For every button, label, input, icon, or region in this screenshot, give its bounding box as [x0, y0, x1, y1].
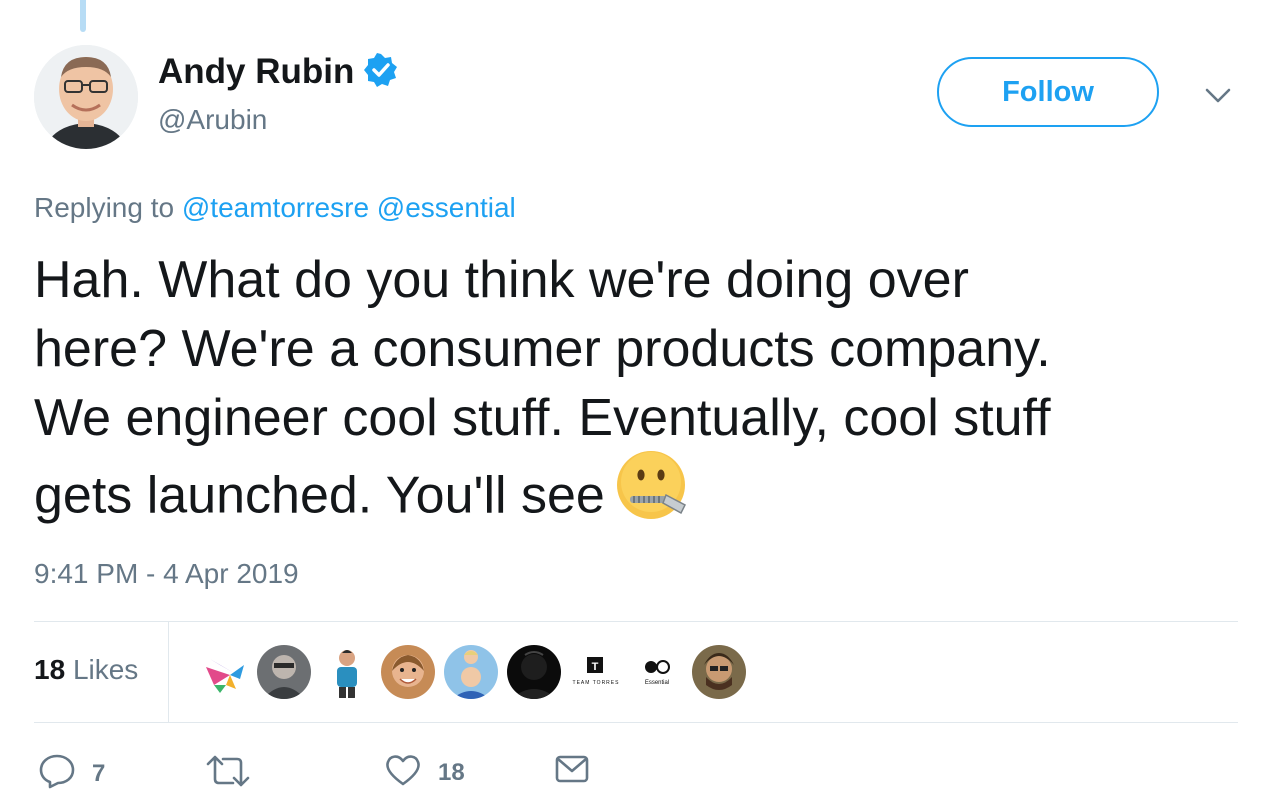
mention-link[interactable]: @teamtorresre	[182, 192, 369, 223]
essential-label: Essential	[645, 680, 669, 686]
chevron-down-icon[interactable]	[1204, 86, 1232, 106]
tweet-line: here? We're a consumer products company.	[34, 320, 1051, 378]
thread-connector-line	[80, 0, 86, 32]
tweet-line-last: gets launched. You'll see	[34, 451, 1254, 545]
like-button[interactable]: 18	[384, 753, 465, 792]
divider	[34, 621, 1238, 622]
envelope-icon	[554, 753, 590, 790]
likes-count[interactable]: 18 Likes	[34, 654, 138, 686]
stats-divider	[168, 621, 169, 722]
team-torres-letter: T	[592, 661, 599, 673]
author-name-row: Andy Rubin	[158, 52, 398, 92]
reply-button[interactable]: 7	[38, 753, 105, 794]
direct-message-button[interactable]	[554, 753, 590, 790]
tweet-line: Hah. What do you think we're doing over	[34, 251, 969, 309]
like-count: 18	[438, 758, 465, 786]
person-avatar[interactable]	[692, 645, 746, 699]
tweet-timestamp[interactable]: 9:41 PM - 4 Apr 2019	[34, 558, 299, 590]
verified-badge-icon	[364, 52, 398, 92]
author-avatar[interactable]	[34, 45, 138, 149]
person-avatar[interactable]	[444, 645, 498, 699]
tweet-line: We engineer cool stuff. Eventually, cool…	[34, 389, 1051, 447]
person-avatar[interactable]	[507, 645, 561, 699]
retweet-button[interactable]	[205, 753, 267, 794]
zipper-mouth-face-icon	[615, 449, 689, 541]
author-display-name[interactable]: Andy Rubin	[158, 52, 354, 92]
person-avatar[interactable]	[320, 645, 374, 699]
retweet-icon	[205, 753, 251, 794]
mention-link[interactable]: @essential	[377, 192, 516, 223]
likes-number: 18	[34, 654, 66, 685]
divider	[34, 722, 1238, 723]
reply-icon	[38, 753, 76, 794]
tweet-text: Hah. What do you think we're doing over …	[34, 246, 1254, 545]
author-handle[interactable]: @Arubin	[158, 104, 267, 136]
heart-icon	[384, 753, 422, 792]
bird-logo-avatar[interactable]	[200, 645, 254, 699]
team-torres-logo[interactable]: T TEAM TORRES	[568, 645, 624, 699]
person-avatar[interactable]	[381, 645, 435, 699]
person-avatar[interactable]	[257, 645, 311, 699]
tweet-line-text: gets launched. You'll see	[34, 466, 605, 525]
follow-button[interactable]: Follow	[937, 57, 1159, 127]
likes-label: Likes	[72, 654, 139, 685]
reply-count: 7	[92, 759, 106, 787]
replying-to-label: Replying to	[34, 192, 175, 223]
essential-logo[interactable]: Essential	[630, 645, 684, 699]
replying-to: Replying to @teamtorresre @essential	[34, 192, 516, 224]
team-torres-label: TEAM TORRES	[573, 680, 620, 686]
